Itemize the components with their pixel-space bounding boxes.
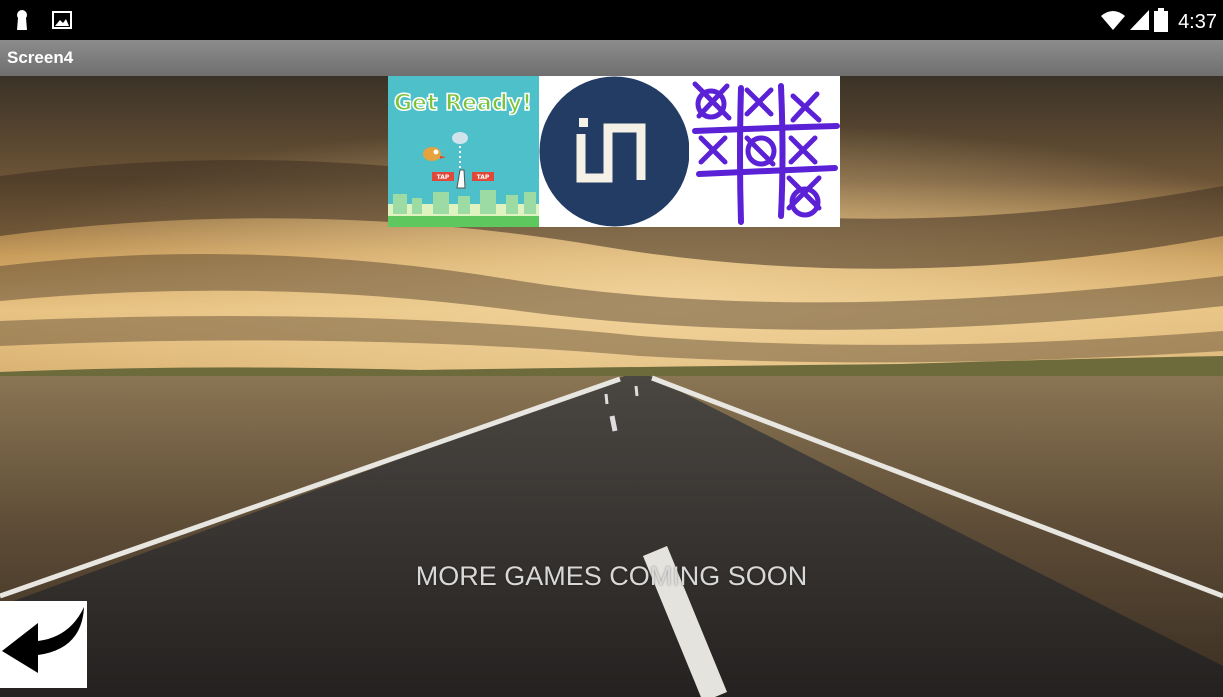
tic-tac-toe-icon [689, 76, 841, 227]
svg-text:TAP: TAP [437, 174, 450, 181]
back-arrow-icon [2, 607, 84, 673]
flappy-bird-icon: Get Ready! TAP TAP [388, 76, 539, 227]
back-button[interactable] [0, 601, 87, 688]
coming-soon-message: MORE GAMES COMING SOON [415, 561, 808, 591]
status-bar: 4:37 [0, 0, 1223, 40]
image-icon [52, 11, 72, 34]
flappy-bird-game-tile[interactable]: Get Ready! TAP TAP [388, 76, 539, 227]
in-logo-icon [538, 76, 690, 227]
wifi-icon [1100, 9, 1126, 36]
title-bar: Screen4 [0, 40, 1223, 76]
keyhole-icon [14, 9, 30, 36]
svg-text:Get Ready!: Get Ready! [394, 91, 532, 116]
tic-tac-toe-game-tile[interactable] [689, 76, 841, 227]
battery-icon [1154, 8, 1169, 37]
game-tiles: Get Ready! TAP TAP [388, 76, 841, 227]
screen-title: Screen4 [7, 48, 74, 67]
status-time: 4:37 [1178, 11, 1217, 33]
in-game-tile[interactable] [538, 76, 690, 227]
svg-text:TAP: TAP [477, 174, 490, 181]
signal-icon [1130, 9, 1150, 36]
